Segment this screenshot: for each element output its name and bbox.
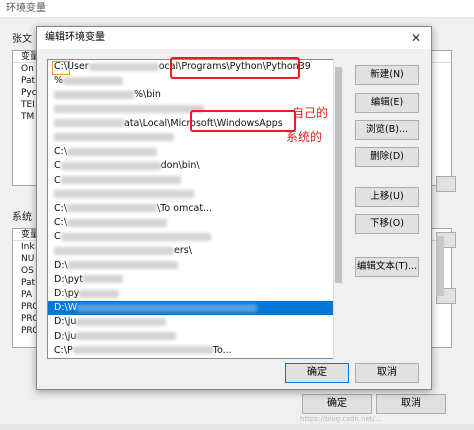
redacted-text xyxy=(83,275,124,284)
path-text: C:\ xyxy=(54,202,68,214)
redacted-text xyxy=(67,218,168,227)
edit-button[interactable]: 编辑(E) xyxy=(355,93,419,113)
path-row[interactable]: D:\pyt xyxy=(48,273,342,287)
path-text: C:\ xyxy=(54,217,68,229)
path-row[interactable]: D:\W xyxy=(48,301,342,316)
path-row[interactable]: D:\ju xyxy=(48,330,342,344)
redacted-text xyxy=(54,90,134,99)
path-text: don\bin\ xyxy=(160,160,200,172)
redacted-text xyxy=(54,133,174,142)
dialog-title: 编辑环境变量 xyxy=(37,27,431,49)
redacted-text xyxy=(60,232,211,241)
path-row[interactable]: %\bin xyxy=(48,88,342,102)
path-text: D:\W xyxy=(54,302,78,314)
parent-window-title: 环境变量 xyxy=(0,0,474,18)
path-list-scrollbar[interactable] xyxy=(333,59,343,359)
path-row[interactable]: ers\ xyxy=(48,244,342,258)
path-text: ers\ xyxy=(174,245,192,257)
parent-ok-button[interactable]: 确定 xyxy=(302,394,372,414)
redacted-text xyxy=(76,317,167,326)
redacted-text xyxy=(54,190,194,199)
move-up-button[interactable]: 上移(U) xyxy=(355,187,419,207)
path-text: To... xyxy=(212,344,232,356)
redacted-text xyxy=(79,289,120,298)
annotation-label-user: 自己的 xyxy=(292,106,329,120)
path-row[interactable]: D:\ju xyxy=(48,315,342,329)
path-text: C xyxy=(54,231,61,243)
scrollbar-thumb[interactable] xyxy=(335,67,342,283)
path-row[interactable]: C:\ xyxy=(48,216,342,230)
path-text: D:\ xyxy=(54,259,68,271)
annotation-label-system: 系统的 xyxy=(286,130,323,144)
redacted-text xyxy=(54,119,124,128)
redacted-text xyxy=(67,204,158,213)
redacted-text xyxy=(76,332,177,341)
path-text: D:\pyt xyxy=(54,273,84,285)
ok-button[interactable]: 确定 xyxy=(285,363,349,383)
redacted-text xyxy=(60,161,161,170)
parent-bottom-strip xyxy=(0,424,474,430)
path-text: % xyxy=(54,75,64,87)
path-text: %\bin xyxy=(134,89,161,101)
path-row[interactable]: C xyxy=(48,230,342,244)
path-row[interactable]: C xyxy=(48,174,342,188)
close-icon[interactable]: ✕ xyxy=(407,29,425,47)
parent-button-stub[interactable] xyxy=(436,176,456,192)
redacted-text xyxy=(88,62,159,71)
path-row[interactable]: D:\ xyxy=(48,259,342,273)
browse-button[interactable]: 浏览(B)... xyxy=(355,120,419,140)
redacted-text xyxy=(54,246,174,255)
path-row[interactable] xyxy=(48,188,342,202)
edit-environment-variable-dialog: 编辑环境变量 ✕ C:\User ocal\Programs\Python\Pyt… xyxy=(36,26,432,390)
path-row[interactable]: C:\ \To omcat... xyxy=(48,202,342,216)
path-row[interactable]: C:\ xyxy=(48,145,342,159)
path-row[interactable]: C:\P To... xyxy=(48,344,342,358)
parent-cancel-button[interactable]: 取消 xyxy=(376,394,446,414)
redacted-text xyxy=(72,346,213,355)
path-row[interactable]: Cdon\bin\ xyxy=(48,159,342,173)
redacted-text xyxy=(54,105,204,114)
parent-scrollbar[interactable] xyxy=(436,236,444,296)
redacted-text xyxy=(60,176,181,184)
path-text: \To omcat... xyxy=(157,202,213,214)
path-text: C xyxy=(54,174,61,186)
new-button[interactable]: 新建(N) xyxy=(355,65,419,85)
cancel-button[interactable]: 取消 xyxy=(355,363,419,383)
path-text: D:\ju xyxy=(54,330,77,342)
redacted-text xyxy=(63,76,124,85)
edit-text-button[interactable]: 编辑文本(T)... xyxy=(355,257,419,277)
path-row[interactable]: D:\py xyxy=(48,287,342,301)
annotation-box-user xyxy=(170,57,300,79)
move-down-button[interactable]: 下移(O) xyxy=(355,214,419,234)
annotation-box-system xyxy=(190,110,296,132)
redacted-text xyxy=(67,261,178,270)
path-text: C:\P xyxy=(54,344,73,356)
path-text: C xyxy=(54,160,61,172)
path-text: C:\ xyxy=(54,146,68,158)
first-path-highlight xyxy=(52,61,70,75)
path-text: D:\ju xyxy=(54,316,77,328)
redacted-text xyxy=(77,303,258,312)
path-row[interactable]: C:\Pro xyxy=(48,358,342,359)
delete-button[interactable]: 删除(D) xyxy=(355,147,419,167)
path-text: D:\py xyxy=(54,288,80,299)
redacted-text xyxy=(67,147,158,156)
watermark: https://blog.csdn.net/... xyxy=(300,415,382,423)
